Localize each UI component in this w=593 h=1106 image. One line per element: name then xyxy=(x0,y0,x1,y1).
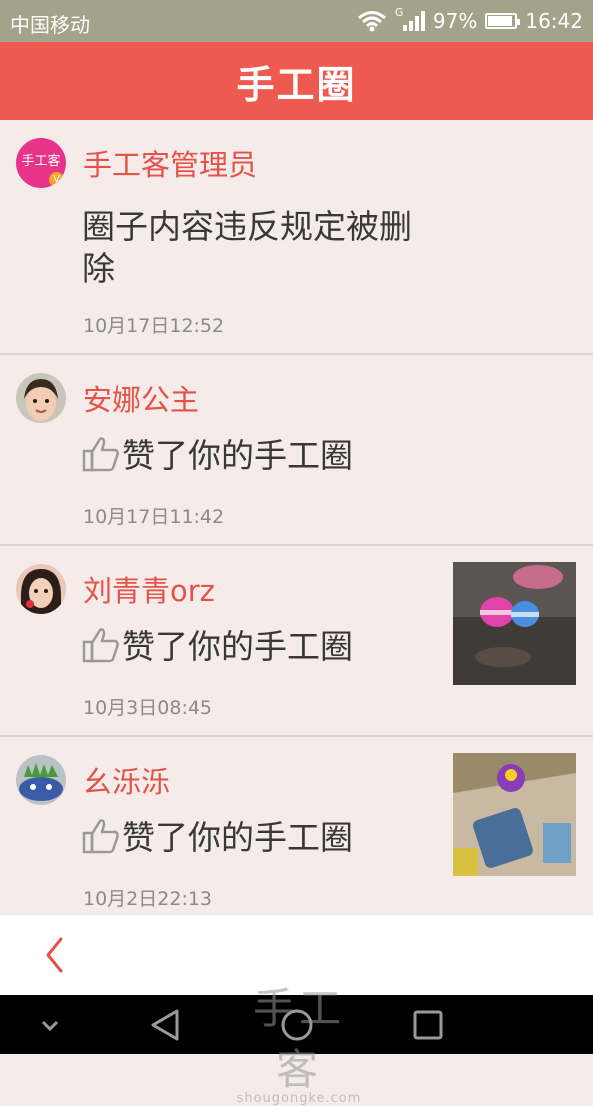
watermark: 手工客 shougongke.com xyxy=(232,975,366,1106)
signal-icon xyxy=(402,11,425,31)
notification-text: 圈子内容违反规定被删除 xyxy=(82,207,412,288)
clock: 16:42 xyxy=(525,9,583,33)
avatar[interactable] xyxy=(16,373,66,423)
like-content: 赞了你的手工圈 xyxy=(82,817,422,859)
verified-badge: V xyxy=(49,172,64,187)
notification-list[interactable]: 手工客 V 手工客管理员 圈子内容违反规定被删除 10月17日12:52 安娜公… xyxy=(0,120,593,915)
user-name[interactable]: 刘青青orz xyxy=(83,568,215,610)
avatar[interactable] xyxy=(16,755,66,805)
craft-photo xyxy=(453,753,576,876)
thumbs-up-icon xyxy=(82,819,119,854)
avatar[interactable]: 手工客 V xyxy=(16,138,66,188)
page-title-bar: 手工圈 xyxy=(0,42,593,120)
user-name[interactable]: 幺泺泺 xyxy=(83,759,170,801)
avatar-photo xyxy=(16,755,66,805)
list-item[interactable]: 刘青青orz 赞了你的手工圈 10月3日08:45 xyxy=(0,546,593,737)
page-title: 手工圈 xyxy=(236,62,357,107)
battery-icon xyxy=(485,13,521,29)
list-item[interactable]: 安娜公主 赞了你的手工圈 10月17日11:42 xyxy=(0,355,593,546)
notification-text: 赞了你的手工圈 xyxy=(122,818,353,857)
macaron-photo xyxy=(453,562,576,685)
back-arrow-icon[interactable] xyxy=(36,933,76,977)
wifi-icon xyxy=(357,11,386,32)
list-item[interactable]: 手工客 V 手工客管理员 圈子内容违反规定被删除 10月17日12:52 xyxy=(0,120,593,355)
thumbs-up-icon xyxy=(82,628,119,663)
user-name[interactable]: 手工客管理员 xyxy=(83,142,257,184)
avatar-logo-text: 手工客 xyxy=(21,154,61,169)
avatar-photo xyxy=(16,373,66,423)
hide-nav-icon[interactable] xyxy=(30,1005,70,1045)
thumbs-up-icon xyxy=(82,437,119,472)
like-content: 赞了你的手工圈 xyxy=(82,435,422,477)
avatar[interactable] xyxy=(16,564,66,614)
notification-text: 赞了你的手工圈 xyxy=(122,436,353,475)
timestamp: 10月3日08:45 xyxy=(83,697,213,719)
carrier-label: 中国移动 xyxy=(10,13,90,37)
watermark-sub: shougongke.com xyxy=(236,1091,362,1106)
post-thumbnail[interactable] xyxy=(453,753,576,876)
list-item[interactable]: 幺泺泺 赞了你的手工圈 10月2日22:13 xyxy=(0,737,593,915)
timestamp: 10月2日22:13 xyxy=(83,888,213,910)
signal-group: G xyxy=(395,6,425,32)
notification-text: 赞了你的手工圈 xyxy=(122,627,353,666)
timestamp: 10月17日12:52 xyxy=(83,315,225,337)
status-right: G 97% 16:42 xyxy=(357,6,583,33)
like-content: 赞了你的手工圈 xyxy=(82,626,422,668)
post-thumbnail[interactable] xyxy=(453,562,576,685)
user-name[interactable]: 安娜公主 xyxy=(83,377,199,419)
battery-percent: 97% xyxy=(432,9,478,33)
status-bar: 中国移动 G 97% 16:42 xyxy=(0,0,593,42)
avatar-photo xyxy=(16,564,66,614)
recent-apps-icon[interactable] xyxy=(408,1005,448,1045)
back-nav-icon[interactable] xyxy=(146,1005,186,1045)
watermark-main: 手工客 xyxy=(252,984,345,1094)
timestamp: 10月17日11:42 xyxy=(83,506,225,528)
